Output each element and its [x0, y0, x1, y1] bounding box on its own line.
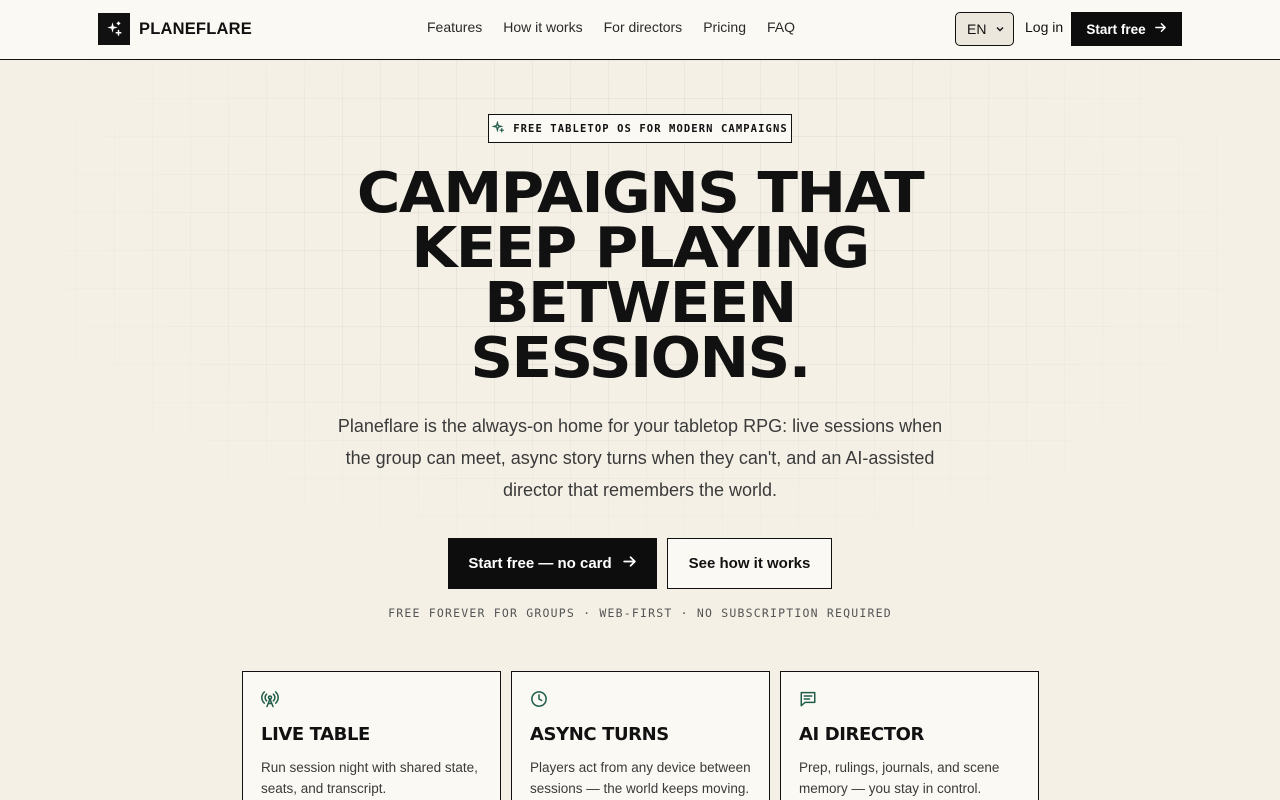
hero-fineprint: FREE FOREVER FOR GROUPS · WEB-FIRST · NO… [388, 606, 892, 620]
nav-link-how-it-works[interactable]: How it works [503, 19, 582, 35]
feature-title: ASYNC TURNS [530, 724, 669, 745]
nav-link-features[interactable]: Features [427, 19, 482, 35]
sparkle-logo-icon [98, 13, 130, 45]
nav-link-for-directors[interactable]: For directors [604, 19, 683, 35]
cta-primary-label: Start free — no card [468, 555, 612, 572]
headline-line: SESSIONS. [470, 326, 811, 391]
brand-name: PLANEFLARE [139, 19, 252, 38]
hero-badge-text: FREE TABLETOP OS FOR MODERN CAMPAIGNS [513, 122, 788, 135]
start-free-no-card-button[interactable]: Start free — no card [448, 538, 657, 589]
login-link[interactable]: Log in [1025, 19, 1063, 35]
nav-link-pricing[interactable]: Pricing [703, 19, 746, 35]
arrow-right-icon [1154, 21, 1167, 37]
top-nav: PLANEFLARE Features How it works For dir… [0, 0, 1280, 60]
headline-line: BETWEEN [484, 271, 797, 336]
clock-icon [530, 690, 548, 708]
broadcast-icon [261, 690, 279, 708]
headline-line: CAMPAIGNS THAT [356, 161, 925, 226]
headline-line: KEEP PLAYING [411, 216, 870, 281]
message-icon [799, 690, 817, 708]
feature-card-async-turns: ASYNC TURNS Players act from any device … [511, 671, 770, 800]
language-value: EN [967, 21, 987, 37]
see-how-it-works-button[interactable]: See how it works [667, 538, 832, 589]
arrow-right-icon [622, 554, 637, 573]
nav-links: Features How it works For directors Pric… [427, 19, 795, 35]
start-free-button[interactable]: Start free [1071, 12, 1182, 46]
feature-title: AI DIRECTOR [799, 724, 924, 745]
feature-description: Players act from any device between sess… [530, 760, 751, 796]
language-select[interactable]: EN [955, 12, 1014, 46]
feature-card-ai-director: AI DIRECTOR Prep, rulings, journals, and… [780, 671, 1039, 800]
hero-badge: FREE TABLETOP OS FOR MODERN CAMPAIGNS [488, 114, 792, 143]
brand[interactable]: PLANEFLARE [98, 13, 252, 45]
feature-title: LIVE TABLE [261, 724, 370, 745]
cta-secondary-label: See how it works [688, 555, 811, 572]
hero-headline: CAMPAIGNS THAT KEEP PLAYING BETWEEN SESS… [216, 161, 1064, 391]
feature-description: Prep, rulings, journals, and scene memor… [799, 760, 1000, 796]
chevron-down-icon [995, 21, 1005, 37]
feature-card-live-table: LIVE TABLE Run session night with shared… [242, 671, 501, 800]
feature-description: Run session night with shared state, sea… [261, 760, 478, 796]
hero-lede: Planeflare is the always-on home for you… [337, 416, 943, 500]
start-free-label: Start free [1086, 21, 1146, 37]
nav-link-faq[interactable]: FAQ [767, 19, 795, 35]
sparkle-icon [491, 119, 505, 137]
